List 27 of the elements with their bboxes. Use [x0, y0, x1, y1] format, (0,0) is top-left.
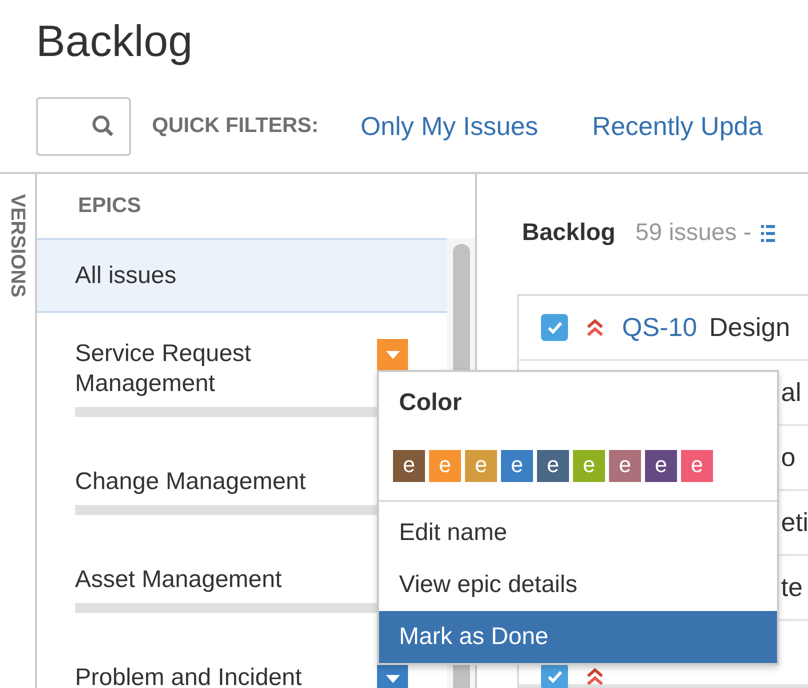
- color-swatch[interactable]: e: [609, 450, 641, 482]
- issue-summary: al: [781, 376, 802, 409]
- all-issues-item[interactable]: All issues: [37, 238, 447, 313]
- color-swatch[interactable]: e: [681, 450, 713, 482]
- page-title: Backlog: [36, 16, 194, 68]
- issue-count: 59 issues -: [635, 218, 752, 248]
- epic-name[interactable]: Problem and Incident: [75, 663, 377, 688]
- versions-tab[interactable]: VERSIONS: [2, 194, 32, 298]
- color-swatch[interactable]: e: [537, 450, 569, 482]
- menu-item[interactable]: Edit name: [379, 507, 777, 559]
- quick-filters-label: QUICK FILTERS:: [152, 113, 318, 140]
- issue-summary: Design: [709, 311, 790, 344]
- issue-key[interactable]: QS-10: [622, 308, 698, 347]
- issue-summary: te: [781, 571, 803, 604]
- quick-filter-link[interactable]: Recently Upda: [592, 106, 763, 146]
- backlog-title: Backlog: [522, 218, 616, 248]
- quick-filter-link[interactable]: Only My Issues: [360, 106, 538, 146]
- color-swatch[interactable]: e: [393, 450, 425, 482]
- color-title: Color: [399, 389, 462, 416]
- issue-summary: eti: [781, 506, 808, 539]
- epics-header: EPICS: [78, 193, 142, 220]
- menu-item[interactable]: View epic details: [379, 559, 777, 611]
- color-swatch[interactable]: e: [645, 450, 677, 482]
- issue-summary: o: [781, 441, 796, 474]
- color-swatch[interactable]: e: [501, 450, 533, 482]
- menu-item[interactable]: Mark as Done: [379, 611, 777, 663]
- epic-name[interactable]: Service Request Management: [75, 339, 377, 399]
